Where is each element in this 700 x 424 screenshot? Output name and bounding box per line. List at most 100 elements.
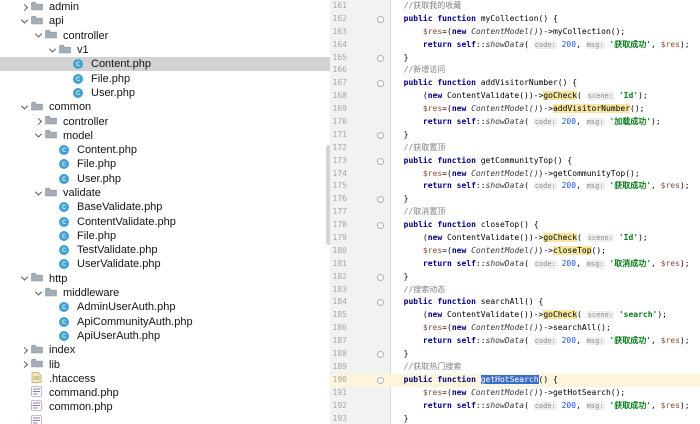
tree-item-label: .htaccess xyxy=(49,372,96,385)
code-line[interactable]: 162 public function myCollection() { xyxy=(330,13,700,26)
fold-start-marker-icon[interactable] xyxy=(377,376,384,384)
code-line[interactable]: 177 //取消置顶 xyxy=(330,206,700,219)
chevron-down-icon[interactable] xyxy=(32,30,45,38)
chevron-down-icon[interactable] xyxy=(18,102,31,110)
code-line[interactable]: 161 //获取我的收藏 xyxy=(330,0,700,13)
code-token: showData xyxy=(485,39,525,49)
fold-start-marker-icon[interactable] xyxy=(377,222,384,230)
chevron-down-icon[interactable] xyxy=(32,130,45,138)
tree-item-file-php[interactable]: c File.php xyxy=(0,229,330,243)
code-line[interactable]: 183 //搜索动态 xyxy=(330,284,700,297)
tree-item-http[interactable]: http xyxy=(0,272,330,286)
fold-end-marker-icon[interactable] xyxy=(377,54,384,62)
fold-start-marker-icon[interactable] xyxy=(377,80,384,88)
tree-item-controller[interactable]: controller xyxy=(0,114,330,128)
fold-end-marker-icon[interactable] xyxy=(377,351,384,359)
tree-item-content-php[interactable]: c Content.php xyxy=(0,143,330,157)
code-line[interactable]: 175 return self::showData( code: 200, ms… xyxy=(330,180,700,193)
tree-item-v1[interactable]: v1 xyxy=(0,43,330,57)
tree-item-api[interactable]: api xyxy=(0,14,330,28)
code-line[interactable]: 187 return self::showData( code: 200, ms… xyxy=(330,335,700,348)
code-line[interactable]: 163 $res=(new ContentModel())->myCollect… xyxy=(330,26,700,39)
tree-item-content-php[interactable]: c Content.php xyxy=(0,57,330,72)
tree-item-contentvalidate-php[interactable]: c ContentValidate.php xyxy=(0,214,330,228)
tree-item-middleware[interactable]: middleware xyxy=(0,286,330,300)
tree-item-admin[interactable]: admin xyxy=(0,0,330,14)
tree-item-command-php[interactable]: command.php xyxy=(0,386,330,400)
fold-start-marker-icon[interactable] xyxy=(377,157,384,165)
code-line[interactable]: 180 $res=(new ContentModel())->closeTop(… xyxy=(330,245,700,258)
code-line[interactable]: 166 //新增访问 xyxy=(330,64,700,77)
tree-item-user-php[interactable]: c User.php xyxy=(0,86,330,100)
tree-item-validate[interactable]: validate xyxy=(0,186,330,200)
fold-end-marker-icon[interactable] xyxy=(377,196,384,204)
code-line[interactable]: 173 public function getCommunityTop() { xyxy=(330,155,700,168)
tree-item-icon-slot: c xyxy=(59,302,75,313)
tree-item-file-php[interactable]: c File.php xyxy=(0,71,330,85)
tree-item-apicommunityauth-php[interactable]: c ApiCommunityAuth.php xyxy=(0,315,330,329)
code-line[interactable]: 192 return self::showData( code: 200, ms… xyxy=(330,400,700,413)
code-token: //获取置顶 xyxy=(394,142,446,152)
fold-end-marker-icon[interactable] xyxy=(377,273,384,281)
tree-item-controller[interactable]: controller xyxy=(0,29,330,43)
code-line[interactable]: 185 (new ContentValidate())->goCheck( sc… xyxy=(330,309,700,322)
code-token: code: xyxy=(533,118,557,127)
tree-item-lib[interactable]: lib xyxy=(0,357,330,371)
tree-item-apiuserauth-php[interactable]: c ApiUserAuth.php xyxy=(0,329,330,343)
tree-item-model[interactable]: model xyxy=(0,129,330,143)
tree-item-common[interactable]: common xyxy=(0,100,330,114)
code-line[interactable]: 191 $res=(new ContentModel())->getHotSea… xyxy=(330,387,700,400)
code-line[interactable]: 184 public function searchAll() { xyxy=(330,296,700,309)
code-line[interactable]: 171 } xyxy=(330,129,700,142)
fold-start-marker-icon[interactable] xyxy=(377,299,384,307)
chevron-down-icon[interactable] xyxy=(18,273,31,281)
code-token: scene: xyxy=(586,92,614,101)
fold-end-marker-icon[interactable] xyxy=(377,131,384,139)
code-line[interactable]: 179 (new ContentValidate())->goCheck( sc… xyxy=(330,232,700,245)
tree-item--htaccess[interactable]: .htaccess xyxy=(0,371,330,386)
code-token: return self xyxy=(422,117,476,127)
chevron-right-icon[interactable] xyxy=(18,3,31,11)
code-line[interactable]: 164 return self::showData( code: 200, ms… xyxy=(330,39,700,52)
chevron-right-icon[interactable] xyxy=(18,361,31,369)
code-line[interactable]: 189 //获取热门搜索 xyxy=(330,361,700,374)
chevron-right-icon[interactable] xyxy=(18,346,31,354)
code-line[interactable]: 181 return self::showData( code: 200, ms… xyxy=(330,258,700,271)
tree-item-index[interactable]: index xyxy=(0,343,330,357)
chevron-right-icon[interactable] xyxy=(32,117,45,126)
code-line[interactable]: 182 } xyxy=(330,271,700,284)
code-line[interactable]: 172 //获取置顶 xyxy=(330,142,700,155)
code-line[interactable]: 170 return self::showData( code: 200, ms… xyxy=(330,116,700,129)
tree-item-testvalidate-php[interactable]: c TestValidate.php xyxy=(0,243,330,257)
code-line[interactable]: 188 } xyxy=(330,348,700,361)
code-line[interactable]: 190 public function getHotSearch() { xyxy=(330,373,700,387)
code-token: :: xyxy=(475,400,486,410)
code-text: public function searchAll() { xyxy=(394,296,544,309)
code-line[interactable]: 178 public function closeTop() { xyxy=(330,219,700,232)
chevron-down-icon[interactable] xyxy=(18,16,31,24)
chevron-down-icon[interactable] xyxy=(32,288,45,296)
tree-item-common-php[interactable]: common.php xyxy=(0,400,330,414)
code-line[interactable]: 169 $res=(new ContentModel())->addVisito… xyxy=(330,103,700,116)
tree-item-adminuserauth-php[interactable]: c AdminUserAuth.php xyxy=(0,300,330,314)
tree-item-user-php[interactable]: c User.php xyxy=(0,172,330,186)
tree-item[interactable] xyxy=(0,414,330,424)
code-line[interactable]: 167 public function addVisitorNumber() { xyxy=(330,77,700,90)
tree-item-uservalidate-php[interactable]: c UserValidate.php xyxy=(0,257,330,271)
code-token: public function xyxy=(394,374,476,384)
code-token: showData xyxy=(485,181,525,191)
code-line[interactable]: 174 $res=(new ContentModel())->getCommun… xyxy=(330,168,700,181)
chevron-down-icon[interactable] xyxy=(32,188,45,196)
fold-start-marker-icon[interactable] xyxy=(377,15,384,23)
code-line[interactable]: 193 } xyxy=(330,413,700,424)
code-line[interactable]: 165 } xyxy=(330,52,700,65)
chevron-down-icon[interactable] xyxy=(46,45,59,53)
tree-item-basevalidate-php[interactable]: c BaseValidate.php xyxy=(0,200,330,214)
code-line[interactable]: 168 (new ContentValidate())->goCheck( sc… xyxy=(330,90,700,103)
code-token: ); xyxy=(679,181,690,191)
code-text: //获取置顶 xyxy=(394,142,446,155)
code-line[interactable]: 186 $res=(new ContentModel())->searchAll… xyxy=(330,322,700,335)
tree-item-file-php[interactable]: c File.php xyxy=(0,157,330,171)
php-class-icon: c xyxy=(59,145,69,156)
code-line[interactable]: 176 } xyxy=(330,193,700,206)
